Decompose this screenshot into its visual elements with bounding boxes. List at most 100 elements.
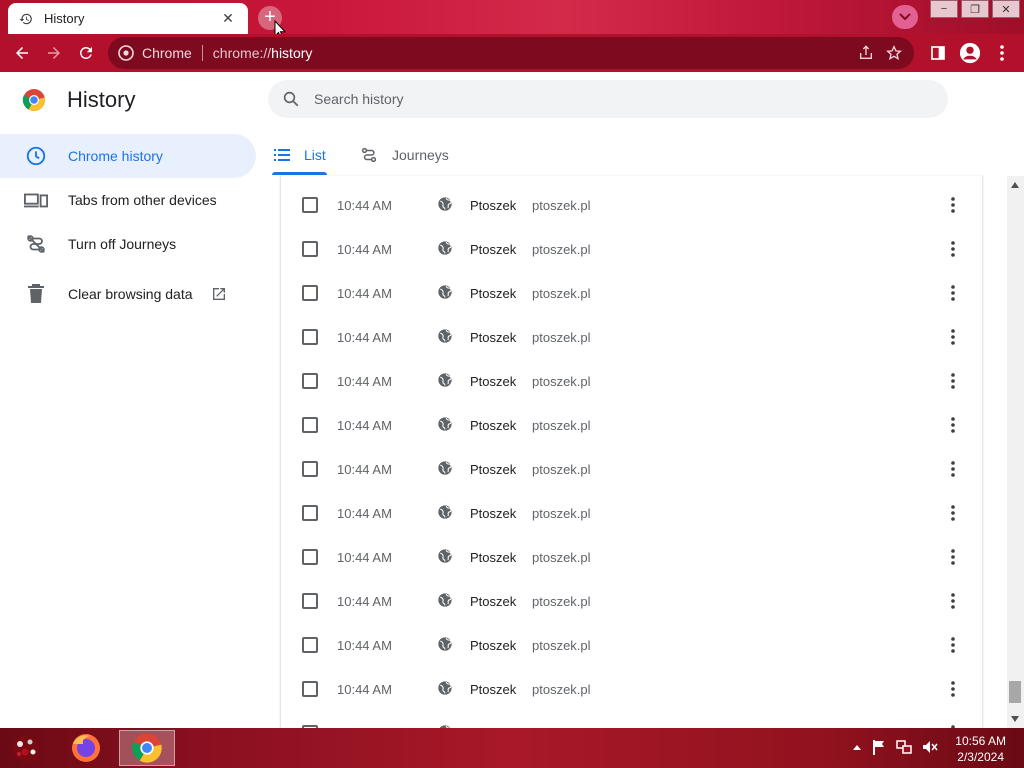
history-row[interactable]: 10:44 AMPtoszekptoszek.pl bbox=[281, 352, 982, 396]
row-more-button[interactable] bbox=[941, 237, 965, 261]
row-title-link[interactable]: Ptoszek bbox=[470, 506, 516, 521]
history-row[interactable]: 10:44 AMPtoszekptoszek.pl bbox=[281, 484, 982, 528]
scrollbar-thumb[interactable] bbox=[1009, 681, 1021, 703]
minimize-button[interactable]: − bbox=[930, 0, 958, 18]
side-panel-button[interactable] bbox=[922, 37, 954, 69]
row-more-button[interactable] bbox=[941, 633, 965, 657]
history-rows: 10:44 AM Ptoszek ptoszek.pl 10:44 AM Ptoszek… bbox=[281, 176, 982, 728]
row-more-button[interactable] bbox=[941, 545, 965, 569]
history-row[interactable]: 10:44 AMPtoszekptoszek.pl bbox=[281, 528, 982, 572]
history-row[interactable]: 10:44 AMPtoszekptoszek.pl bbox=[281, 264, 982, 308]
row-domain: ptoszek.pl bbox=[532, 242, 591, 257]
history-page: History Chrome history Tabs from other d… bbox=[0, 72, 1024, 728]
action-center-button[interactable] bbox=[872, 739, 886, 755]
history-row[interactable]: 10:44 AMPtoszekptoszek.pl bbox=[281, 176, 982, 220]
search-input[interactable] bbox=[314, 91, 914, 107]
active-tab-indicator bbox=[272, 172, 327, 175]
restore-button[interactable]: ❐ bbox=[961, 0, 989, 18]
tab-close-icon[interactable]: ✕ bbox=[218, 10, 238, 27]
sidebar-item-label: Clear browsing data bbox=[68, 286, 193, 302]
row-title-link[interactable]: Ptoszek bbox=[470, 418, 516, 433]
row-title-link[interactable]: Ptoszek bbox=[470, 198, 516, 213]
tab-label: Journeys bbox=[392, 147, 449, 163]
bookmark-button[interactable] bbox=[880, 41, 908, 65]
row-domain: ptoszek.pl bbox=[532, 418, 591, 433]
row-title-link[interactable]: Ptoszek bbox=[470, 462, 516, 477]
taskbar-clock[interactable]: 10:56 AM 2/3/2024 bbox=[955, 733, 1006, 765]
network-button[interactable] bbox=[896, 739, 912, 755]
row-title-link[interactable]: Ptoszek bbox=[470, 374, 516, 389]
history-row[interactable]: 10:44 AMPtoszekptoszek.pl bbox=[281, 220, 982, 264]
address-bar[interactable]: Chrome chrome:// history bbox=[108, 37, 914, 69]
more-vert-icon bbox=[951, 417, 955, 433]
globe-icon bbox=[437, 504, 455, 522]
omnibox-separator bbox=[201, 45, 203, 61]
forward-button[interactable] bbox=[38, 37, 70, 69]
row-checkbox[interactable] bbox=[302, 285, 318, 301]
taskbar-firefox[interactable] bbox=[58, 730, 114, 766]
tab-journeys[interactable]: Journeys bbox=[360, 134, 449, 176]
row-more-button[interactable] bbox=[941, 325, 965, 349]
tab-history[interactable]: History ✕ bbox=[8, 3, 248, 34]
sidebar-item-chrome-history[interactable]: Chrome history bbox=[0, 134, 256, 178]
sidebar-item-turn-off-journeys[interactable]: Turn off Journeys bbox=[0, 222, 256, 266]
row-checkbox[interactable] bbox=[302, 637, 318, 653]
more-vert-icon bbox=[951, 197, 955, 213]
row-title-link[interactable]: Ptoszek bbox=[470, 594, 516, 609]
search-box[interactable] bbox=[268, 80, 948, 118]
row-domain: ptoszek.pl bbox=[532, 330, 591, 345]
row-more-button[interactable] bbox=[941, 589, 965, 613]
scroll-up-icon[interactable] bbox=[1011, 182, 1019, 188]
history-row[interactable]: 10:44 AMPtoszekptoszek.pl bbox=[281, 572, 982, 616]
share-button[interactable] bbox=[852, 41, 880, 65]
row-checkbox[interactable] bbox=[302, 549, 318, 565]
start-button[interactable] bbox=[6, 731, 46, 765]
row-more-button[interactable] bbox=[941, 369, 965, 393]
history-row[interactable]: 10:44 AMPtoszekptoszek.pl bbox=[281, 396, 982, 440]
tab-search-button[interactable] bbox=[892, 5, 918, 29]
row-checkbox[interactable] bbox=[302, 681, 318, 697]
history-row[interactable]: 10:44 AMPtoszekptoszek.pl bbox=[281, 660, 982, 704]
profile-button[interactable] bbox=[954, 37, 986, 69]
row-more-button[interactable] bbox=[941, 501, 965, 525]
row-title-link[interactable]: Ptoszek bbox=[470, 682, 516, 697]
row-title-link[interactable]: Ptoszek bbox=[470, 330, 516, 345]
row-checkbox[interactable] bbox=[302, 241, 318, 257]
reload-button[interactable] bbox=[70, 37, 102, 69]
row-checkbox[interactable] bbox=[302, 505, 318, 521]
row-checkbox[interactable] bbox=[302, 329, 318, 345]
row-more-button[interactable] bbox=[941, 721, 965, 728]
show-hidden-icons-button[interactable] bbox=[852, 743, 862, 751]
row-more-button[interactable] bbox=[941, 677, 965, 701]
row-more-button[interactable] bbox=[941, 193, 965, 217]
row-more-button[interactable] bbox=[941, 281, 965, 305]
row-checkbox[interactable] bbox=[302, 461, 318, 477]
row-title-link[interactable]: Ptoszek bbox=[470, 638, 516, 653]
sidebar-item-clear-browsing-data[interactable]: Clear browsing data bbox=[0, 272, 256, 316]
history-row[interactable]: 10:44 AMPtoszekptoszek.pl bbox=[281, 704, 982, 728]
row-domain: ptoszek.pl bbox=[532, 638, 591, 653]
row-title-link[interactable]: Ptoszek bbox=[470, 286, 516, 301]
row-checkbox[interactable] bbox=[302, 373, 318, 389]
history-row[interactable]: 10:44 AMPtoszekptoszek.pl bbox=[281, 616, 982, 660]
row-checkbox[interactable] bbox=[302, 593, 318, 609]
globe-icon bbox=[437, 372, 455, 390]
history-row[interactable]: 10:44 AMPtoszekptoszek.pl bbox=[281, 308, 982, 352]
page-scrollbar[interactable] bbox=[1007, 176, 1024, 728]
sidebar-item-tabs-other-devices[interactable]: Tabs from other devices bbox=[0, 178, 256, 222]
row-more-button[interactable] bbox=[941, 457, 965, 481]
row-checkbox[interactable] bbox=[302, 417, 318, 433]
row-checkbox[interactable] bbox=[302, 197, 318, 213]
history-row[interactable]: 10:44 AMPtoszekptoszek.pl bbox=[281, 440, 982, 484]
volume-button[interactable] bbox=[922, 739, 938, 755]
tab-list[interactable]: List bbox=[272, 134, 328, 176]
row-more-button[interactable] bbox=[941, 413, 965, 437]
taskbar-chrome[interactable] bbox=[119, 730, 175, 766]
scroll-down-icon[interactable] bbox=[1011, 716, 1019, 722]
row-title-link[interactable]: Ptoszek bbox=[470, 550, 516, 565]
history-tabs: List Journeys bbox=[256, 134, 1024, 176]
row-title-link[interactable]: Ptoszek bbox=[470, 242, 516, 257]
back-button[interactable] bbox=[6, 37, 38, 69]
close-window-button[interactable]: ✕ bbox=[992, 0, 1020, 18]
menu-button[interactable] bbox=[986, 37, 1018, 69]
